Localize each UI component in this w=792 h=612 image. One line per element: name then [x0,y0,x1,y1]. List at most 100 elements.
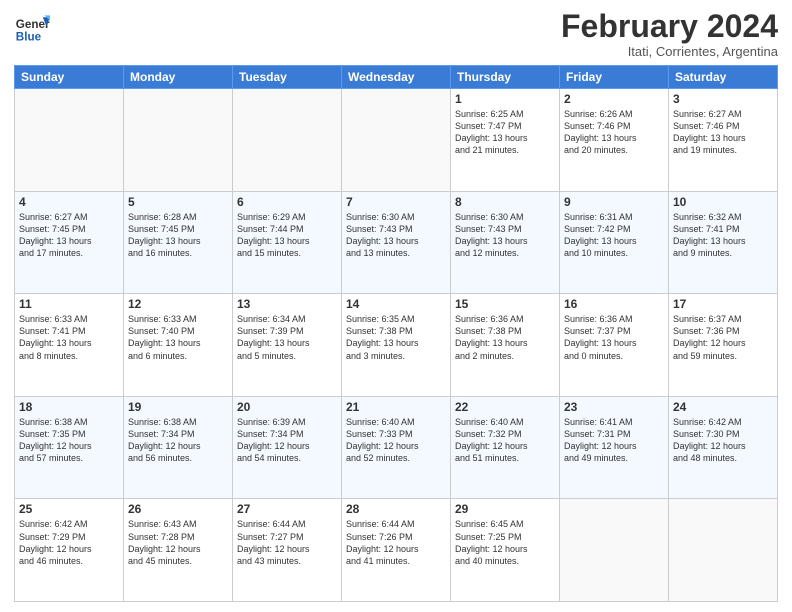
day-info: Sunrise: 6:44 AM Sunset: 7:26 PM Dayligh… [346,518,446,567]
day-number: 17 [673,297,773,311]
day-info: Sunrise: 6:27 AM Sunset: 7:45 PM Dayligh… [19,211,119,260]
day-number: 23 [564,400,664,414]
calendar-header-row: Sunday Monday Tuesday Wednesday Thursday… [15,66,778,89]
day-info: Sunrise: 6:32 AM Sunset: 7:41 PM Dayligh… [673,211,773,260]
header-right: February 2024 Itati, Corrientes, Argenti… [561,10,778,59]
table-row [342,89,451,192]
day-number: 4 [19,195,119,209]
month-title: February 2024 [561,10,778,42]
day-number: 28 [346,502,446,516]
table-row: 3Sunrise: 6:27 AM Sunset: 7:46 PM Daylig… [669,89,778,192]
day-number: 9 [564,195,664,209]
header-friday: Friday [560,66,669,89]
table-row: 18 Sunrise: 6:38 AM Sunset: 7:35 PM Dayli… [15,396,124,499]
table-row [669,499,778,602]
day-number: 20 [237,400,337,414]
day-info: Sunrise: 6:40 AM Sunset: 7:33 PM Dayligh… [346,416,446,465]
day-number: 10 [673,195,773,209]
day-number: 18 [19,400,119,414]
day-number: 2 [564,92,664,106]
table-row: 29Sunrise: 6:45 AM Sunset: 7:25 PM Dayli… [451,499,560,602]
calendar-week-row: 11 Sunrise: 6:33 AM Sunset: 7:41 PM Dayli… [15,294,778,397]
table-row: 17 Sunrise: 6:37 AM Sunset: 7:36 PM Dayli… [669,294,778,397]
table-row: 28 Sunrise: 6:44 AM Sunset: 7:26 PM Dayli… [342,499,451,602]
table-row: 14 Sunrise: 6:35 AM Sunset: 7:38 PM Dayli… [342,294,451,397]
table-row: 9 Sunrise: 6:31 AM Sunset: 7:42 PM Daylig… [560,191,669,294]
table-row: 19Sunrise: 6:38 AM Sunset: 7:34 PM Dayli… [124,396,233,499]
table-row: 10 Sunrise: 6:32 AM Sunset: 7:41 PM Dayli… [669,191,778,294]
calendar-week-row: 18 Sunrise: 6:38 AM Sunset: 7:35 PM Dayli… [15,396,778,499]
day-info: Sunrise: 6:36 AM Sunset: 7:38 PM Dayligh… [455,313,555,362]
table-row: 27 Sunrise: 6:44 AM Sunset: 7:27 PM Dayli… [233,499,342,602]
day-info: Sunrise: 6:26 AM Sunset: 7:46 PM Dayligh… [564,108,664,157]
day-number: 21 [346,400,446,414]
day-number: 27 [237,502,337,516]
table-row [233,89,342,192]
day-number: 26 [128,502,228,516]
day-info: Sunrise: 6:38 AM Sunset: 7:35 PM Dayligh… [19,416,119,465]
table-row: 4 Sunrise: 6:27 AM Sunset: 7:45 PM Daylig… [15,191,124,294]
day-info: Sunrise: 6:40 AM Sunset: 7:32 PM Dayligh… [455,416,555,465]
logo-icon: General Blue [14,10,50,46]
table-row: 7 Sunrise: 6:30 AM Sunset: 7:43 PM Daylig… [342,191,451,294]
location: Itati, Corrientes, Argentina [561,44,778,59]
day-number: 25 [19,502,119,516]
day-number: 6 [237,195,337,209]
day-info: Sunrise: 6:43 AM Sunset: 7:28 PM Dayligh… [128,518,228,567]
calendar-week-row: 25 Sunrise: 6:42 AM Sunset: 7:29 PM Dayli… [15,499,778,602]
header-sunday: Sunday [15,66,124,89]
logo: General Blue [14,10,50,46]
table-row: 24 Sunrise: 6:42 AM Sunset: 7:30 PM Dayli… [669,396,778,499]
table-row: 5 Sunrise: 6:28 AM Sunset: 7:45 PM Daylig… [124,191,233,294]
day-number: 11 [19,297,119,311]
day-number: 8 [455,195,555,209]
header-monday: Monday [124,66,233,89]
calendar-week-row: 4 Sunrise: 6:27 AM Sunset: 7:45 PM Daylig… [15,191,778,294]
table-row: 16 Sunrise: 6:36 AM Sunset: 7:37 PM Dayli… [560,294,669,397]
day-number: 14 [346,297,446,311]
day-number: 12 [128,297,228,311]
day-info: Sunrise: 6:39 AM Sunset: 7:34 PM Dayligh… [237,416,337,465]
top-area: General Blue February 2024 Itati, Corrie… [14,10,778,59]
header-saturday: Saturday [669,66,778,89]
day-info: Sunrise: 6:42 AM Sunset: 7:30 PM Dayligh… [673,416,773,465]
table-row: 23Sunrise: 6:41 AM Sunset: 7:31 PM Dayli… [560,396,669,499]
header-tuesday: Tuesday [233,66,342,89]
day-info: Sunrise: 6:38 AM Sunset: 7:34 PM Dayligh… [128,416,228,465]
day-info: Sunrise: 6:45 AM Sunset: 7:25 PM Dayligh… [455,518,555,567]
header-thursday: Thursday [451,66,560,89]
day-info: Sunrise: 6:31 AM Sunset: 7:42 PM Dayligh… [564,211,664,260]
table-row: 20 Sunrise: 6:39 AM Sunset: 7:34 PM Dayli… [233,396,342,499]
day-info: Sunrise: 6:44 AM Sunset: 7:27 PM Dayligh… [237,518,337,567]
day-info: Sunrise: 6:34 AM Sunset: 7:39 PM Dayligh… [237,313,337,362]
day-number: 5 [128,195,228,209]
day-info: Sunrise: 6:30 AM Sunset: 7:43 PM Dayligh… [346,211,446,260]
day-number: 1 [455,92,555,106]
table-row: 15 Sunrise: 6:36 AM Sunset: 7:38 PM Dayli… [451,294,560,397]
table-row: 13 Sunrise: 6:34 AM Sunset: 7:39 PM Dayli… [233,294,342,397]
day-info: Sunrise: 6:42 AM Sunset: 7:29 PM Dayligh… [19,518,119,567]
day-info: Sunrise: 6:33 AM Sunset: 7:40 PM Dayligh… [128,313,228,362]
day-number: 16 [564,297,664,311]
day-info: Sunrise: 6:37 AM Sunset: 7:36 PM Dayligh… [673,313,773,362]
day-number: 13 [237,297,337,311]
day-info: Sunrise: 6:35 AM Sunset: 7:38 PM Dayligh… [346,313,446,362]
table-row: 25 Sunrise: 6:42 AM Sunset: 7:29 PM Dayli… [15,499,124,602]
day-number: 7 [346,195,446,209]
table-row: 11 Sunrise: 6:33 AM Sunset: 7:41 PM Dayli… [15,294,124,397]
page: General Blue February 2024 Itati, Corrie… [0,0,792,612]
table-row: 21 Sunrise: 6:40 AM Sunset: 7:33 PM Dayli… [342,396,451,499]
day-info: Sunrise: 6:36 AM Sunset: 7:37 PM Dayligh… [564,313,664,362]
table-row: 12 Sunrise: 6:33 AM Sunset: 7:40 PM Dayli… [124,294,233,397]
day-number: 22 [455,400,555,414]
table-row: 1Sunrise: 6:25 AM Sunset: 7:47 PM Daylig… [451,89,560,192]
table-row [124,89,233,192]
day-info: Sunrise: 6:28 AM Sunset: 7:45 PM Dayligh… [128,211,228,260]
table-row: 2 Sunrise: 6:26 AM Sunset: 7:46 PM Daylig… [560,89,669,192]
day-number: 15 [455,297,555,311]
day-number: 3 [673,92,773,106]
day-number: 24 [673,400,773,414]
calendar: Sunday Monday Tuesday Wednesday Thursday… [14,65,778,602]
day-info: Sunrise: 6:33 AM Sunset: 7:41 PM Dayligh… [19,313,119,362]
table-row [560,499,669,602]
